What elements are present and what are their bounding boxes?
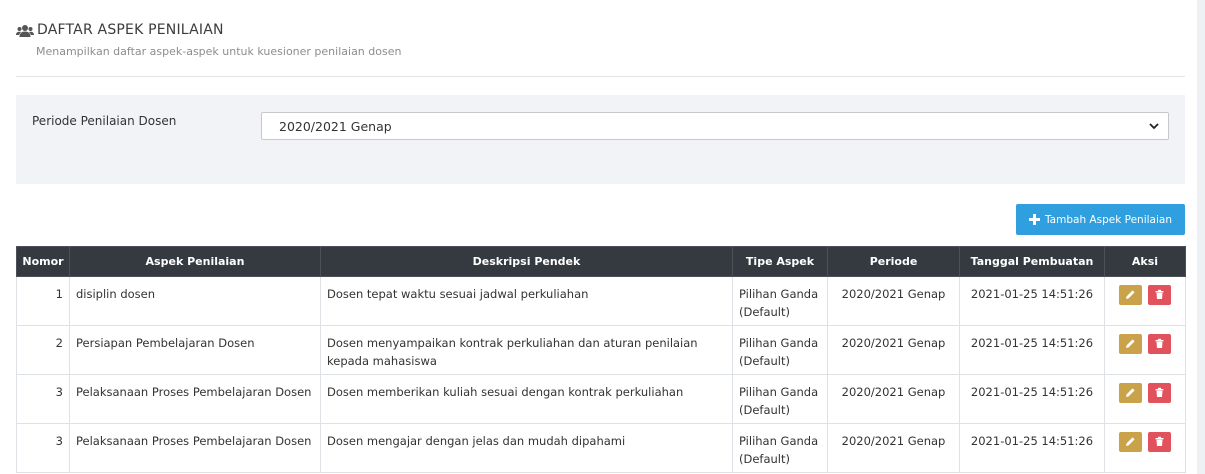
add-aspek-button[interactable]: Tambah Aspek Penilaian (1016, 204, 1185, 235)
col-deskripsi[interactable]: Deskripsi Pendek (320, 246, 733, 277)
cell-nomor: 1 (16, 276, 70, 326)
cell-nomor: 2 (16, 325, 70, 375)
cell-periode: 2020/2021 Genap (827, 276, 960, 326)
users-icon (16, 23, 34, 37)
pencil-icon (1126, 290, 1135, 299)
cell-aspek: Persiapan Pembelajaran Dosen (69, 325, 321, 375)
delete-button[interactable] (1148, 383, 1171, 403)
delete-button[interactable] (1148, 285, 1171, 305)
table-row: 2 Persiapan Pembelajaran Dosen Dosen men… (16, 325, 1186, 375)
cell-tanggal: 2021-01-25 14:51:26 (959, 423, 1105, 473)
table-row: 1 disiplin dosen Dosen tepat waktu sesua… (16, 276, 1186, 326)
cell-aspek: Pelaksanaan Proses Pembelajaran Dosen (69, 423, 321, 473)
cell-tanggal: 2021-01-25 14:51:26 (959, 325, 1105, 375)
cell-tipe: Pilihan Ganda (Default) (732, 423, 828, 473)
table-header-row: Nomor Aspek Penilaian Deskripsi Pendek T… (16, 246, 1186, 277)
cell-aksi (1104, 325, 1186, 375)
cell-aksi (1104, 374, 1186, 424)
trash-icon (1155, 436, 1164, 446)
page-subtitle: Menampilkan daftar aspek-aspek untuk kue… (36, 45, 402, 58)
page-header: DAFTAR ASPEK PENILAIAN Menampilkan dafta… (16, 0, 1185, 77)
page-title: DAFTAR ASPEK PENILAIAN (37, 22, 224, 38)
edit-button[interactable] (1119, 383, 1142, 403)
col-periode[interactable]: Periode (827, 246, 960, 277)
aspek-table: Nomor Aspek Penilaian Deskripsi Pendek T… (16, 246, 1186, 473)
trash-icon (1155, 387, 1164, 397)
cell-tipe: Pilihan Ganda (Default) (732, 276, 828, 326)
chevron-down-icon (1149, 123, 1159, 130)
delete-button[interactable] (1148, 432, 1171, 452)
edit-button[interactable] (1119, 334, 1142, 354)
cell-deskripsi: Dosen mengajar dengan jelas dan mudah di… (320, 423, 733, 473)
delete-button[interactable] (1148, 334, 1171, 354)
cell-tanggal: 2021-01-25 14:51:26 (959, 276, 1105, 326)
cell-deskripsi: Dosen tepat waktu sesuai jadwal perkulia… (320, 276, 733, 326)
periode-select-value: 2020/2021 Genap (279, 118, 392, 134)
cell-nomor: 3 (16, 423, 70, 473)
pencil-icon (1126, 437, 1135, 446)
col-tanggal[interactable]: Tanggal Pembuatan (959, 246, 1105, 277)
periode-select[interactable]: 2020/2021 Genap (261, 112, 1169, 140)
col-tipe[interactable]: Tipe Aspek (732, 246, 828, 277)
cell-aksi (1104, 276, 1186, 326)
title-row: DAFTAR ASPEK PENILAIAN (16, 22, 1185, 38)
trash-icon (1155, 338, 1164, 348)
table-row: 3 Pelaksanaan Proses Pembelajaran Dosen … (16, 423, 1186, 473)
col-nomor[interactable]: Nomor (16, 246, 70, 277)
pencil-icon (1126, 388, 1135, 397)
plus-icon (1029, 214, 1040, 225)
cell-periode: 2020/2021 Genap (827, 374, 960, 424)
cell-tipe: Pilihan Ganda (Default) (732, 325, 828, 375)
cell-nomor: 3 (16, 374, 70, 424)
cell-periode: 2020/2021 Genap (827, 325, 960, 375)
edit-button[interactable] (1119, 285, 1142, 305)
filter-label: Periode Penilaian Dosen (32, 114, 177, 128)
table-row: 3 Pelaksanaan Proses Pembelajaran Dosen … (16, 374, 1186, 424)
main-content: DAFTAR ASPEK PENILAIAN Menampilkan dafta… (16, 0, 1186, 473)
filter-panel: Periode Penilaian Dosen 2020/2021 Genap (16, 95, 1185, 184)
cell-tanggal: 2021-01-25 14:51:26 (959, 374, 1105, 424)
add-aspek-label: Tambah Aspek Penilaian (1045, 213, 1172, 226)
col-aspek[interactable]: Aspek Penilaian (69, 246, 321, 277)
pencil-icon (1126, 339, 1135, 348)
trash-icon (1155, 289, 1164, 299)
cell-tipe: Pilihan Ganda (Default) (732, 374, 828, 424)
edit-button[interactable] (1119, 432, 1142, 452)
scrollbar-track[interactable] (1197, 0, 1205, 474)
cell-deskripsi: Dosen memberikan kuliah sesuai dengan ko… (320, 374, 733, 424)
col-aksi: Aksi (1104, 246, 1186, 277)
cell-aksi (1104, 423, 1186, 473)
cell-aspek: disiplin dosen (69, 276, 321, 326)
cell-aspek: Pelaksanaan Proses Pembelajaran Dosen (69, 374, 321, 424)
cell-deskripsi: Dosen menyampaikan kontrak perkuliahan d… (320, 325, 733, 375)
cell-periode: 2020/2021 Genap (827, 423, 960, 473)
